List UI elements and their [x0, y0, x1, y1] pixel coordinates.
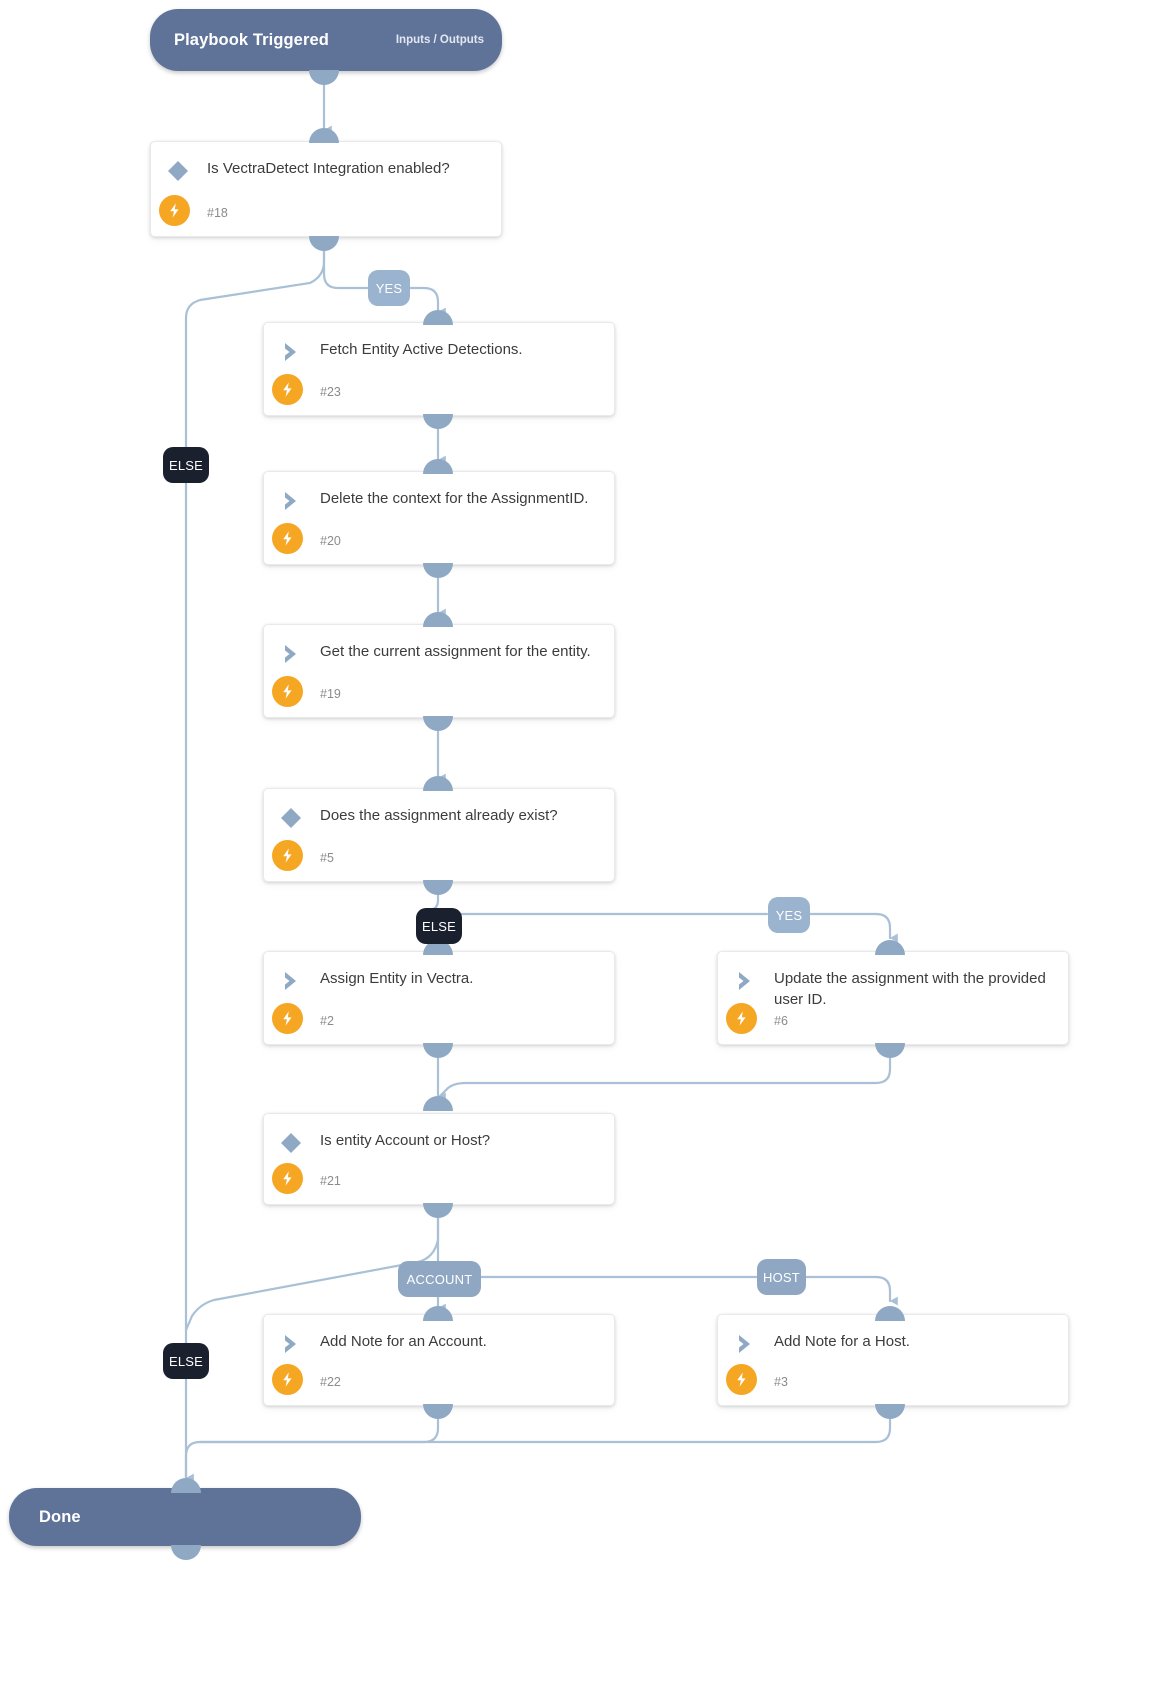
lightning-bolt-icon — [272, 1163, 303, 1194]
port-out-n19 — [423, 716, 453, 731]
node-number: #20 — [320, 534, 341, 548]
node-title: Get the current assignment for the entit… — [320, 643, 591, 660]
diamond-icon — [278, 1130, 304, 1156]
branch-label-yes-n5[interactable]: YES — [768, 897, 810, 933]
node-card-n20[interactable]: Delete the context for the AssignmentID.… — [263, 471, 615, 565]
branch-label-text: ACCOUNT — [406, 1271, 473, 1287]
port-out-n20 — [423, 563, 453, 578]
branch-label-text: HOST — [763, 1269, 800, 1285]
port-in-done — [171, 1478, 201, 1493]
port-in-n19 — [423, 612, 453, 627]
node-card-n18[interactable]: Is VectraDetect Integration enabled? #18 — [150, 141, 502, 237]
lightning-bolt-icon — [726, 1003, 757, 1034]
branch-label-host-n21[interactable]: HOST — [757, 1259, 806, 1295]
playbook-canvas: Playbook Triggered Inputs / Outputs Is V… — [0, 0, 1163, 1689]
lightning-bolt-icon — [272, 523, 303, 554]
node-title: Add Note for an Account. — [320, 1333, 487, 1350]
node-title: Delete the context for the AssignmentID. — [320, 490, 589, 507]
port-out-n18 — [309, 236, 339, 251]
port-out-n6 — [875, 1043, 905, 1058]
node-card-n3[interactable]: Add Note for a Host. #3 — [717, 1314, 1069, 1406]
lightning-bolt-icon — [272, 1003, 303, 1034]
chevron-right-icon — [278, 968, 304, 994]
chevron-right-icon — [278, 1331, 304, 1357]
port-out-start — [309, 70, 339, 85]
port-out-n22 — [423, 1404, 453, 1419]
port-in-n21 — [423, 1096, 453, 1111]
port-in-n23 — [423, 310, 453, 325]
node-title: Update the assignment with the provided … — [774, 970, 1046, 1008]
port-out-n3 — [875, 1404, 905, 1419]
branch-label-else-n21[interactable]: ELSE — [163, 1343, 209, 1379]
branch-label-account-n21[interactable]: ACCOUNT — [398, 1261, 481, 1297]
branch-label-text: ELSE — [168, 1353, 204, 1369]
diamond-icon — [165, 158, 191, 184]
diamond-icon — [278, 805, 304, 831]
start-node-title: Playbook Triggered — [174, 30, 329, 49]
lightning-bolt-icon — [159, 195, 190, 226]
branch-label-text: YES — [775, 907, 803, 923]
node-number: #21 — [320, 1174, 341, 1188]
chevron-right-icon — [278, 641, 304, 667]
port-in-n22 — [423, 1306, 453, 1321]
lightning-bolt-icon — [272, 1364, 303, 1395]
node-title: Is VectraDetect Integration enabled? — [207, 160, 450, 177]
node-card-n5[interactable]: Does the assignment already exist? #5 — [263, 788, 615, 882]
node-card-n6[interactable]: Update the assignment with the provided … — [717, 951, 1069, 1045]
node-title: Does the assignment already exist? — [320, 807, 558, 824]
node-card-n2[interactable]: Assign Entity in Vectra. #2 — [263, 951, 615, 1045]
branch-label-text: ELSE — [421, 918, 457, 934]
branch-label-yes-n18[interactable]: YES — [368, 270, 410, 306]
lightning-bolt-icon — [272, 374, 303, 405]
end-node-title: Done — [39, 1507, 81, 1526]
node-card-n22[interactable]: Add Note for an Account. #22 — [263, 1314, 615, 1406]
branch-label-else-n18[interactable]: ELSE — [163, 447, 209, 483]
node-title: Add Note for a Host. — [774, 1333, 910, 1350]
lightning-bolt-icon — [272, 676, 303, 707]
start-node-inputs-outputs-link[interactable]: Inputs / Outputs — [396, 34, 484, 46]
node-number: #5 — [320, 851, 334, 865]
port-in-n20 — [423, 459, 453, 474]
end-node[interactable]: Done — [9, 1488, 361, 1546]
node-title: Is entity Account or Host? — [320, 1132, 491, 1149]
node-number: #22 — [320, 1375, 341, 1389]
node-card-n21[interactable]: Is entity Account or Host? #21 — [263, 1113, 615, 1205]
port-in-n6 — [875, 940, 905, 955]
chevron-right-icon — [278, 488, 304, 514]
node-card-n23[interactable]: Fetch Entity Active Detections. #23 — [263, 322, 615, 416]
port-out-n5 — [423, 880, 453, 895]
chevron-right-icon — [732, 1331, 758, 1357]
node-title: Fetch Entity Active Detections. — [320, 341, 523, 358]
port-out-n21 — [423, 1203, 453, 1218]
node-number: #3 — [774, 1375, 788, 1389]
chevron-right-icon — [732, 968, 758, 994]
port-out-n23 — [423, 414, 453, 429]
port-in-n18 — [309, 128, 339, 143]
port-out-done — [171, 1545, 201, 1560]
port-in-n5 — [423, 776, 453, 791]
branch-label-else-n5[interactable]: ELSE — [416, 908, 462, 944]
node-number: #18 — [207, 206, 228, 220]
node-title: Assign Entity in Vectra. — [320, 970, 474, 987]
lightning-bolt-icon — [272, 840, 303, 871]
branch-label-text: ELSE — [168, 457, 204, 473]
node-card-n19[interactable]: Get the current assignment for the entit… — [263, 624, 615, 718]
chevron-right-icon — [278, 339, 304, 365]
node-number: #2 — [320, 1014, 334, 1028]
branch-label-text: YES — [375, 280, 403, 296]
node-number: #19 — [320, 687, 341, 701]
node-number: #23 — [320, 385, 341, 399]
port-in-n3 — [875, 1306, 905, 1321]
node-number: #6 — [774, 1014, 788, 1028]
lightning-bolt-icon — [726, 1364, 757, 1395]
port-out-n2 — [423, 1043, 453, 1058]
start-node[interactable]: Playbook Triggered Inputs / Outputs — [150, 9, 502, 71]
